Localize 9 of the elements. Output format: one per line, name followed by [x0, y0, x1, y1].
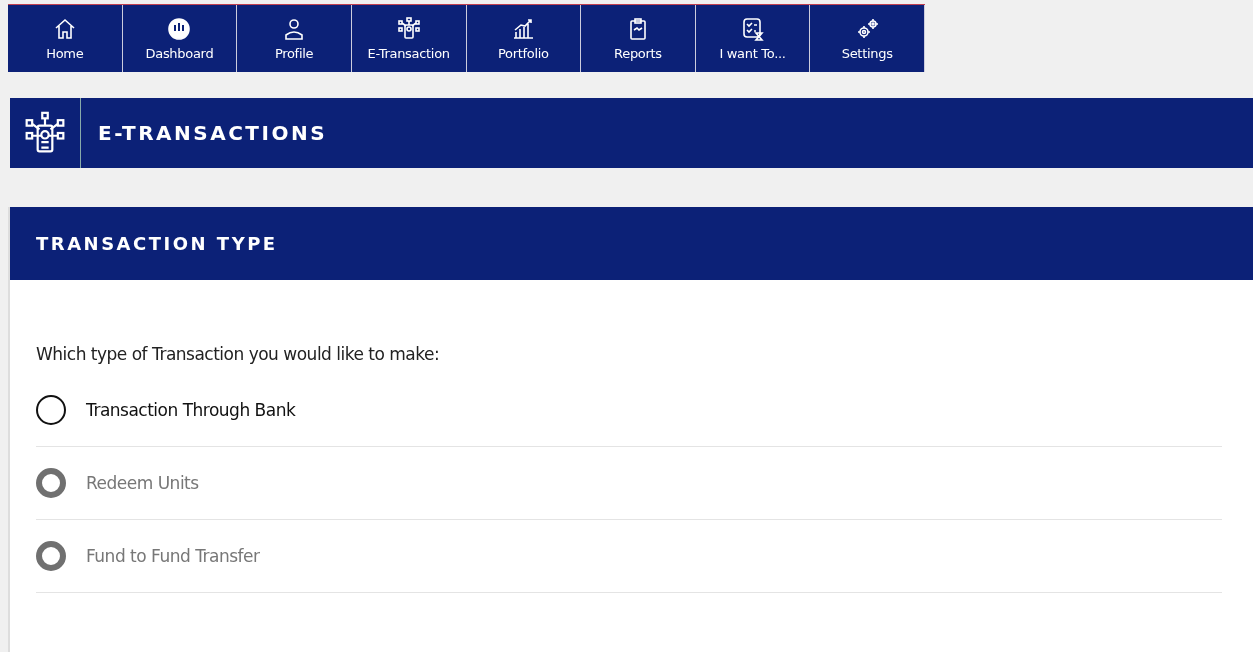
radio-option[interactable]: Transaction Through Bank: [36, 374, 1222, 447]
network-icon: [23, 111, 67, 155]
page-title: E-TRANSACTIONS: [98, 121, 328, 145]
checklist-icon: [740, 16, 765, 41]
radio-button[interactable]: [36, 395, 66, 425]
card-title: TRANSACTION TYPE: [36, 233, 278, 254]
bar-chart-icon: [511, 16, 536, 41]
network-icon: [396, 16, 421, 41]
question-text: Which type of Transaction you would like to make:: [36, 344, 441, 364]
